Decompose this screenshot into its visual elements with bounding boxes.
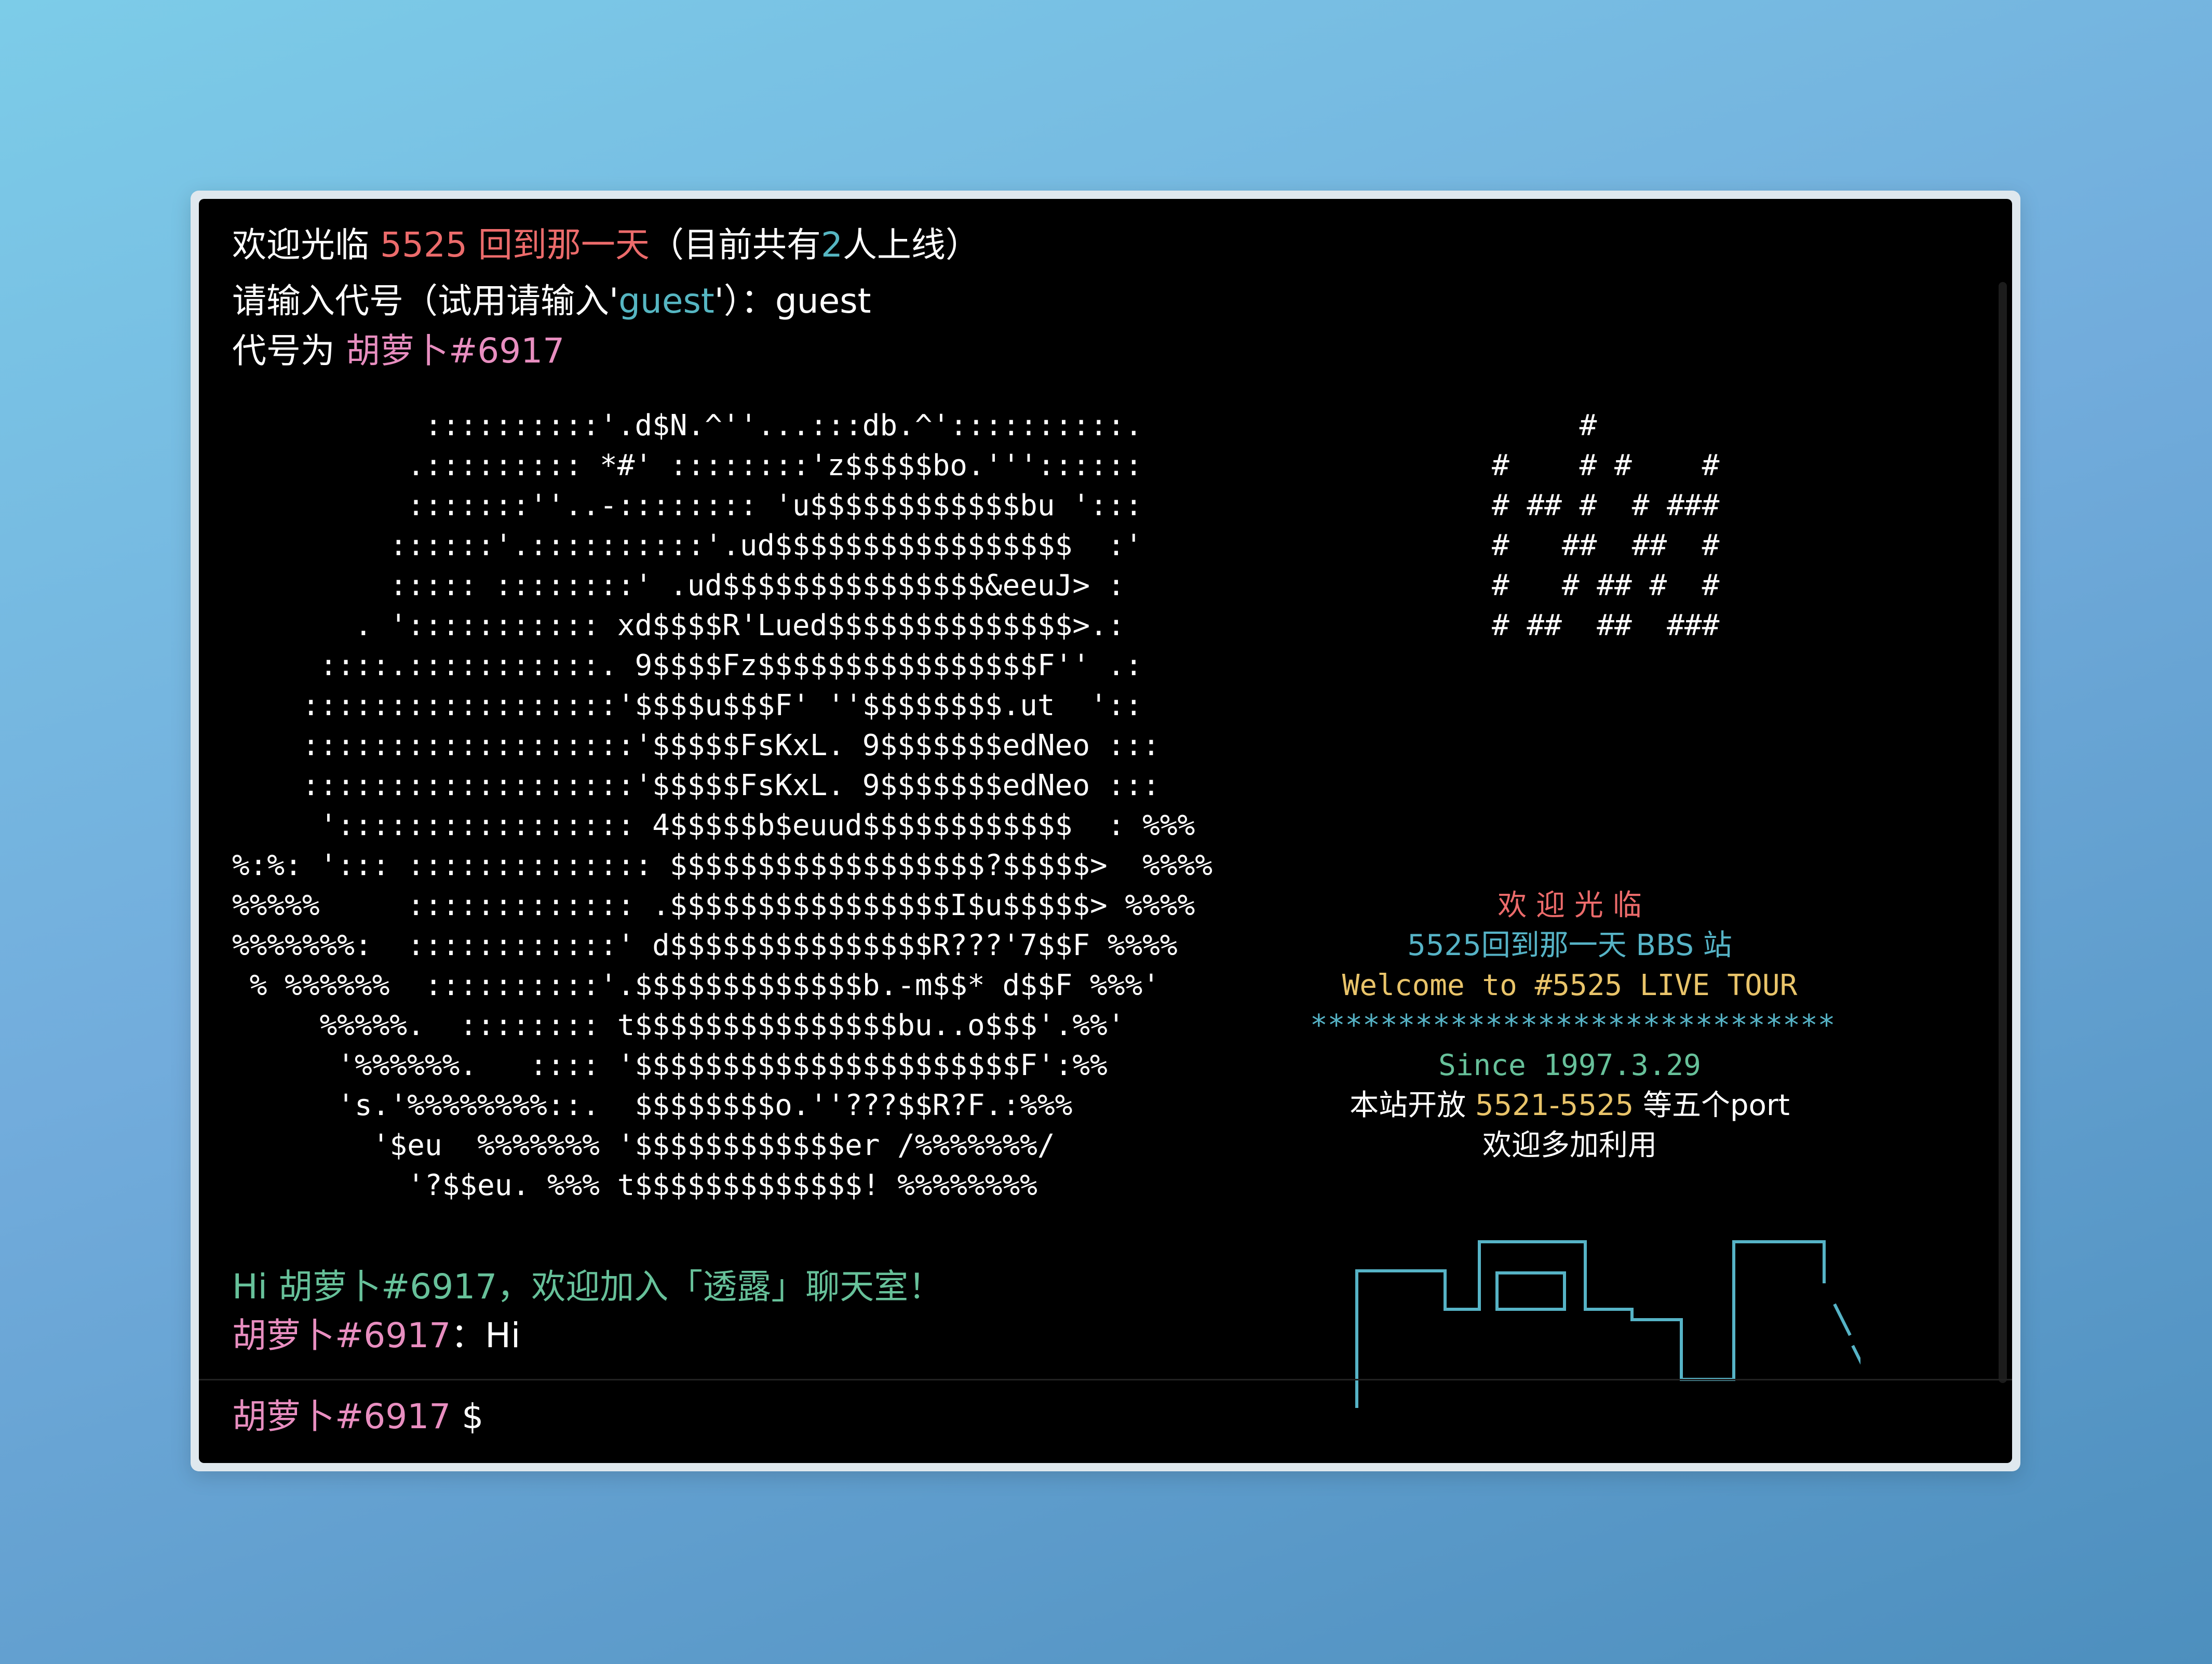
skyline-diagonal-1 [1833, 1303, 1852, 1336]
prompt-user: 胡萝卜 [232, 1397, 335, 1437]
login-typed-value: guest [775, 281, 871, 321]
prompt-tag: #6917 [335, 1397, 451, 1437]
login-prompt-suffix: '）： [714, 281, 775, 321]
site-name: 5525 回到那一天 [380, 225, 650, 265]
banner-ports: 本站开放 5521-5525 等五个port [1310, 1085, 1829, 1125]
assigned-name-line: 代号为 胡萝卜#6917 [232, 328, 564, 374]
chat-user-tag: #6917 [335, 1316, 451, 1356]
online-suffix: 人上线） [842, 225, 980, 265]
assigned-name: 胡萝卜 [345, 331, 449, 371]
ascii-art-portrait: ::::::::::'.d$N.^''...:::db.^'::::::::::… [232, 409, 1213, 1202]
chat-join-message: Hi 胡萝卜#6917，欢迎加入「透露」聊天室！ [232, 1267, 943, 1307]
skyline-diagonal-2 [1851, 1345, 1860, 1365]
prompt-symbol: $ [451, 1397, 484, 1437]
input-divider [199, 1379, 2012, 1380]
login-prompt-line: 请输入代号（试用请输入'guest'）：guest [232, 278, 871, 325]
ascii-logo: # # # # # # ## # # ### # ## ## # # # ## … [1492, 409, 1720, 642]
banner-welcome: 欢 迎 光 临 [1498, 889, 1642, 922]
assigned-tag: #6917 [448, 331, 565, 371]
banner-tour: Welcome to #5525 LIVE TOUR [1342, 969, 1798, 1002]
chat-separator: ： [451, 1316, 485, 1356]
chat-user: 胡萝卜 [232, 1316, 335, 1356]
assigned-label: 代号为 [232, 331, 346, 371]
skyline-outline [1355, 1240, 1826, 1408]
skyline-ascii-graphic [1355, 1240, 1860, 1408]
banner-since: Since 1997.3.29 [1438, 1049, 1701, 1082]
guest-hint: guest [618, 281, 714, 321]
chat-message: 胡萝卜#6917：Hi [232, 1312, 520, 1359]
ports-suffix: 等五个port [1634, 1089, 1790, 1122]
skyline-window [1495, 1271, 1566, 1311]
online-count: 2 [820, 225, 843, 265]
command-prompt[interactable]: 胡萝卜#6917 $ [232, 1393, 483, 1440]
welcome-line: 欢迎光临 5525 回到那一天（目前共有2人上线） [232, 222, 980, 269]
banner-stars: ****************************** [1310, 1009, 1836, 1042]
terminal-window-frame: 欢迎光临 5525 回到那一天（目前共有2人上线） 请输入代号（试用请输入'gu… [191, 191, 2020, 1471]
banner-invite: 欢迎多加利用 [1482, 1129, 1657, 1162]
online-prefix: （目前共有 [649, 225, 821, 265]
welcome-prefix: 欢迎光临 [232, 225, 380, 265]
banner-bbs-name: 5525回到那一天 BBS 站 [1407, 929, 1732, 962]
ports-range: 5521-5525 [1475, 1089, 1634, 1122]
chat-text: Hi [485, 1316, 521, 1356]
login-prompt-prefix: 请输入代号（试用请输入' [232, 281, 619, 321]
ports-prefix: 本站开放 [1350, 1089, 1475, 1122]
terminal-screen[interactable]: 欢迎光临 5525 回到那一天（目前共有2人上线） 请输入代号（试用请输入'gu… [199, 199, 2012, 1463]
